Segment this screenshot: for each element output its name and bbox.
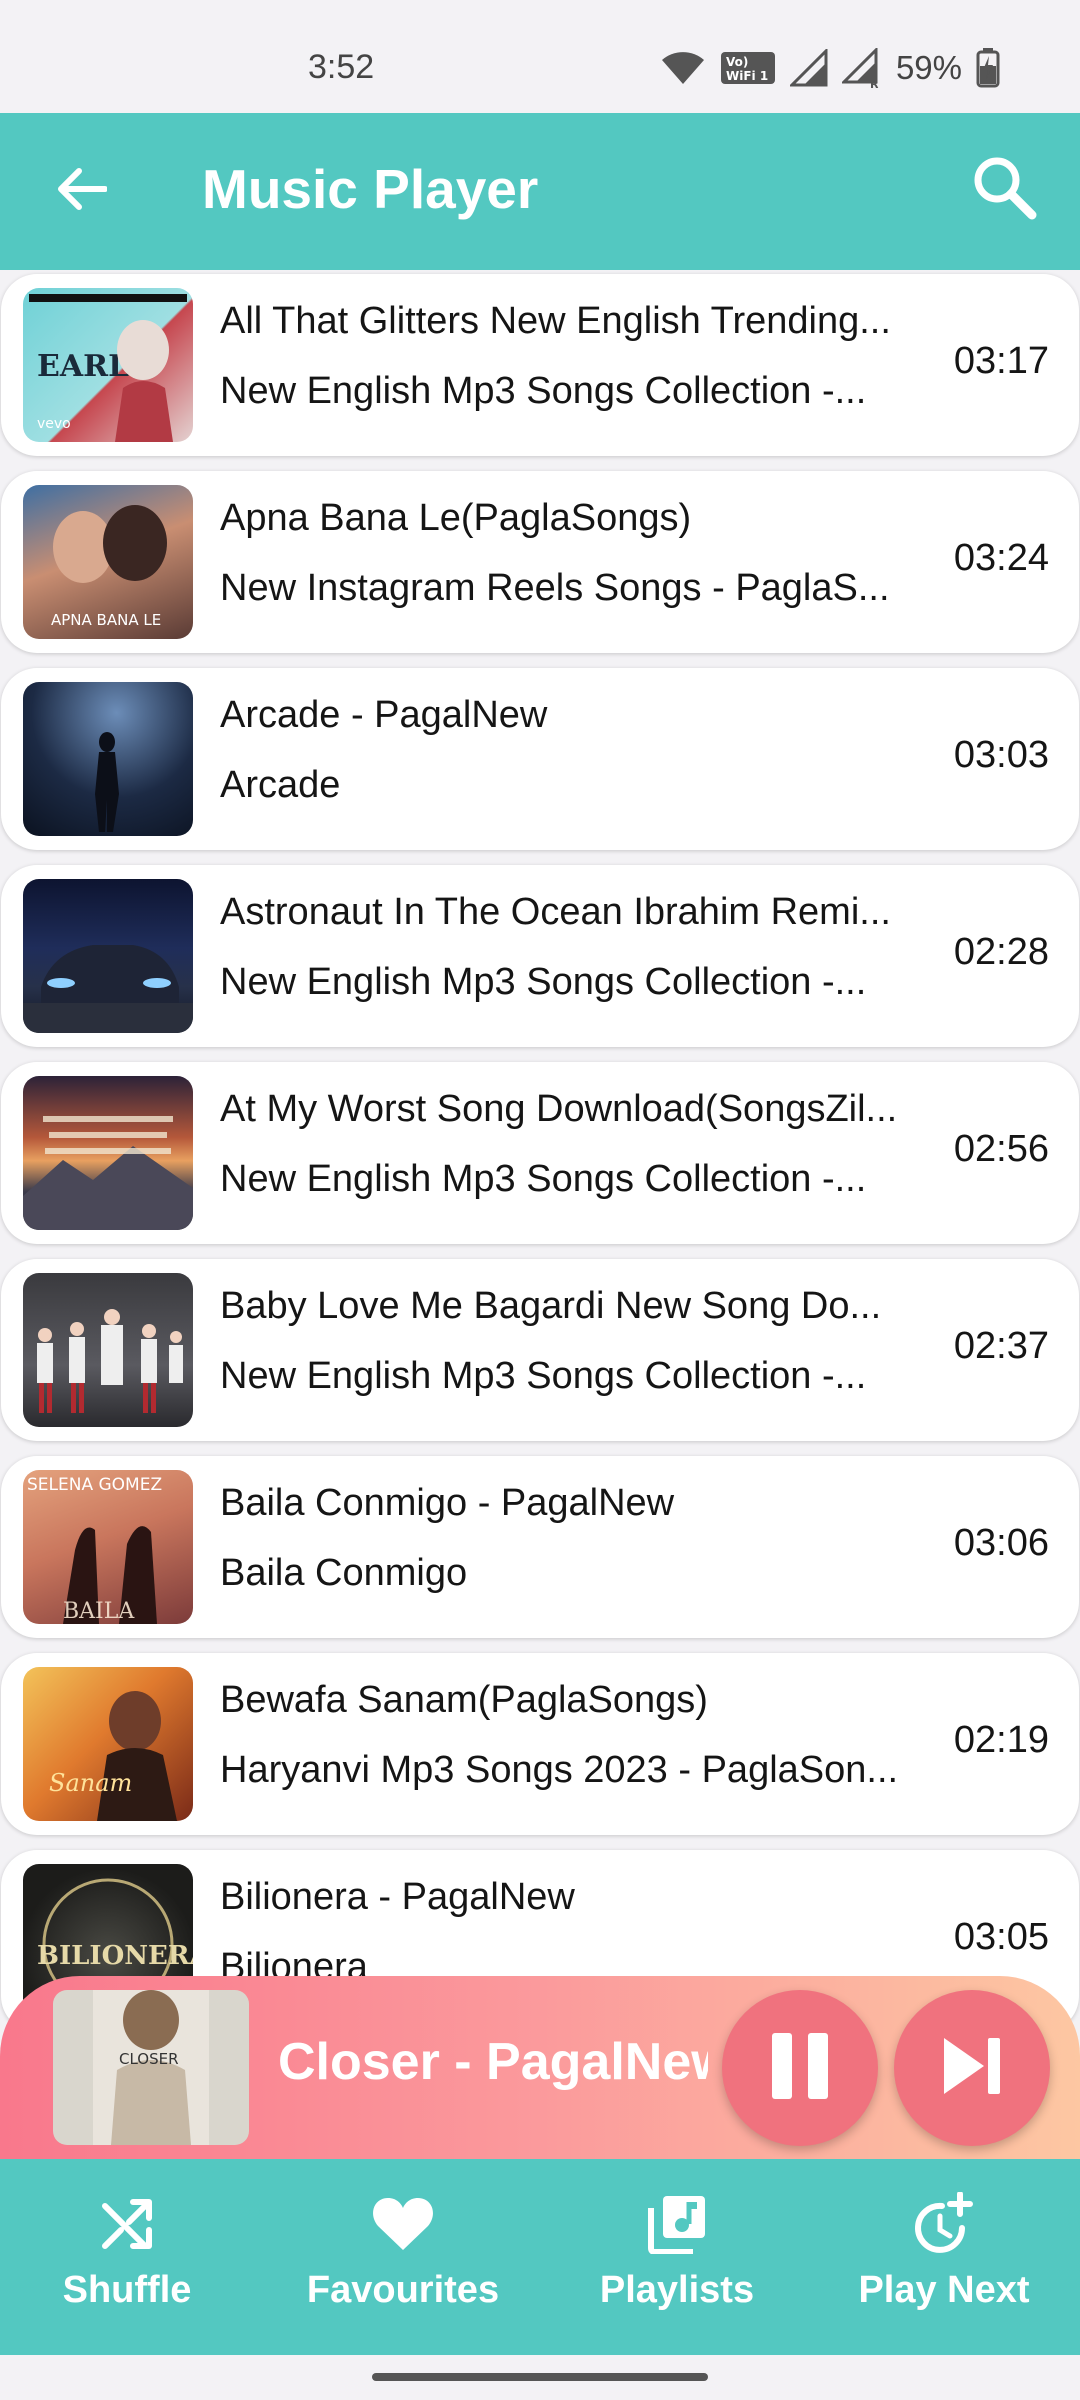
song-duration: 03:03: [953, 734, 1049, 776]
status-time: 3:52: [308, 48, 375, 86]
nav-favourites[interactable]: Favourites: [296, 2159, 510, 2355]
svg-text:R: R: [870, 78, 879, 88]
song-subtitle: Haryanvi Mp3 Songs 2023 - PaglaSon...: [220, 1749, 899, 1791]
svg-text:vevo: vevo: [37, 416, 71, 432]
pause-button[interactable]: [722, 1990, 878, 2146]
vowifi-icon: Vo) WiFi 1: [720, 48, 776, 88]
album-art: [23, 1273, 193, 1427]
album-art: [23, 879, 193, 1033]
song-title: Bilionera - PagalNew: [220, 1876, 575, 1918]
album-art: [23, 682, 193, 836]
song-subtitle: New Instagram Reels Songs - PaglaS...: [220, 567, 890, 609]
battery-percent: 59%: [895, 49, 962, 86]
nav-label: Favourites: [306, 2269, 500, 2311]
album-art-text: EARL: [37, 349, 129, 384]
svg-text:Vo): Vo): [726, 55, 748, 69]
song-duration: 02:37: [953, 1325, 1049, 1367]
playlist-icon: [647, 2189, 707, 2259]
song-title: Astronaut In The Ocean Ibrahim Remi...: [220, 891, 891, 933]
status-icons: Vo) WiFi 1 R 59%: [660, 48, 1000, 88]
page-title: Music Player: [202, 158, 539, 220]
skip-next-icon: [940, 2034, 1004, 2103]
play-next-icon: [912, 2189, 976, 2259]
back-button[interactable]: [44, 153, 120, 229]
album-art-text: APNA BANA LE: [51, 611, 161, 629]
nav-label: Shuffle: [62, 2269, 192, 2311]
shuffle-icon: [99, 2189, 155, 2259]
signal-icon: [789, 49, 828, 87]
song-item[interactable]: APNA BANA LE Apna Bana Le(PaglaSongs) Ne…: [1, 471, 1079, 653]
song-item[interactable]: Baby Love Me Bagardi New Song Do... New …: [1, 1259, 1079, 1441]
heart-icon: [372, 2189, 434, 2259]
album-art-text: BILIONERA: [37, 1941, 193, 1971]
nav-label: Play Next: [858, 2269, 1030, 2311]
bottom-navigation: Shuffle Favourites Playlists Play Next: [0, 2159, 1080, 2355]
song-title: All That Glitters New English Trending..…: [220, 300, 891, 342]
svg-text:BAILA: BAILA: [63, 1599, 135, 1624]
pause-icon: [768, 2031, 832, 2106]
song-duration: 03:05: [953, 1916, 1049, 1958]
song-subtitle: New English Mp3 Songs Collection -...: [220, 1355, 867, 1397]
album-art: Sanam: [23, 1667, 193, 1821]
song-item[interactable]: Astronaut In The Ocean Ibrahim Remi... N…: [1, 865, 1079, 1047]
album-art-text: Sanam: [49, 1769, 132, 1797]
svg-text:WiFi 1: WiFi 1: [726, 69, 768, 83]
now-playing-art: CLOSER: [53, 1990, 249, 2145]
song-duration: 03:17: [953, 340, 1049, 382]
now-playing-title: Closer - PagalNew: [278, 2033, 708, 2091]
song-duration: 03:06: [953, 1522, 1049, 1564]
home-gesture-handle[interactable]: [372, 2373, 708, 2381]
song-duration: 02:28: [953, 931, 1049, 973]
song-list[interactable]: EARL vevo All That Glitters New English …: [0, 270, 1080, 2030]
song-duration: 03:24: [953, 537, 1049, 579]
battery-charging-icon: [976, 48, 1000, 88]
song-title: Baila Conmigo - PagalNew: [220, 1482, 675, 1524]
next-button[interactable]: [894, 1990, 1050, 2146]
song-duration: 02:56: [953, 1128, 1049, 1170]
arrow-back-icon: [57, 167, 108, 216]
mini-player[interactable]: CLOSER Closer - PagalNew: [0, 1976, 1080, 2159]
wifi-icon: [660, 50, 706, 86]
signal-roaming-icon: R: [841, 48, 882, 88]
nav-label: Playlists: [599, 2269, 755, 2311]
song-subtitle: New English Mp3 Songs Collection -...: [220, 1158, 867, 1200]
app-bar: Music Player: [0, 113, 1080, 270]
song-item[interactable]: SELENA GOMEZ BAILA Baila Conmigo - Pagal…: [1, 1456, 1079, 1638]
nav-play-next[interactable]: Play Next: [846, 2159, 1042, 2355]
song-title: Bewafa Sanam(PaglaSongs): [220, 1679, 708, 1721]
song-subtitle: Baila Conmigo: [220, 1552, 468, 1594]
song-subtitle: New English Mp3 Songs Collection -...: [220, 370, 867, 412]
song-title: Arcade - PagalNew: [220, 694, 548, 736]
search-button[interactable]: [964, 149, 1044, 229]
album-art: EARL vevo: [23, 288, 193, 442]
album-art: [23, 1076, 193, 1230]
status-bar: 3:52 Vo) WiFi 1 R 59%: [0, 0, 1080, 113]
search-icon: [971, 154, 1037, 225]
song-item[interactable]: EARL vevo All That Glitters New English …: [1, 274, 1079, 456]
song-title: Apna Bana Le(PaglaSongs): [220, 497, 692, 539]
song-item[interactable]: Sanam Bewafa Sanam(PaglaSongs) Haryanvi …: [1, 1653, 1079, 1835]
nav-playlists[interactable]: Playlists: [590, 2159, 764, 2355]
nav-shuffle[interactable]: Shuffle: [52, 2159, 202, 2355]
album-art-text: SELENA GOMEZ: [27, 1475, 162, 1495]
gesture-area: [0, 2355, 1080, 2400]
album-art: APNA BANA LE: [23, 485, 193, 639]
song-title: Baby Love Me Bagardi New Song Do...: [220, 1285, 882, 1327]
song-title: At My Worst Song Download(SongsZil...: [220, 1088, 898, 1130]
song-duration: 02:19: [953, 1719, 1049, 1761]
song-subtitle: New English Mp3 Songs Collection -...: [220, 961, 867, 1003]
song-subtitle: Arcade: [220, 764, 341, 806]
now-playing-art-text: CLOSER: [119, 2050, 179, 2068]
song-item[interactable]: Arcade - PagalNew Arcade 03:03: [1, 668, 1079, 850]
album-art: SELENA GOMEZ BAILA: [23, 1470, 193, 1624]
song-item[interactable]: At My Worst Song Download(SongsZil... Ne…: [1, 1062, 1079, 1244]
